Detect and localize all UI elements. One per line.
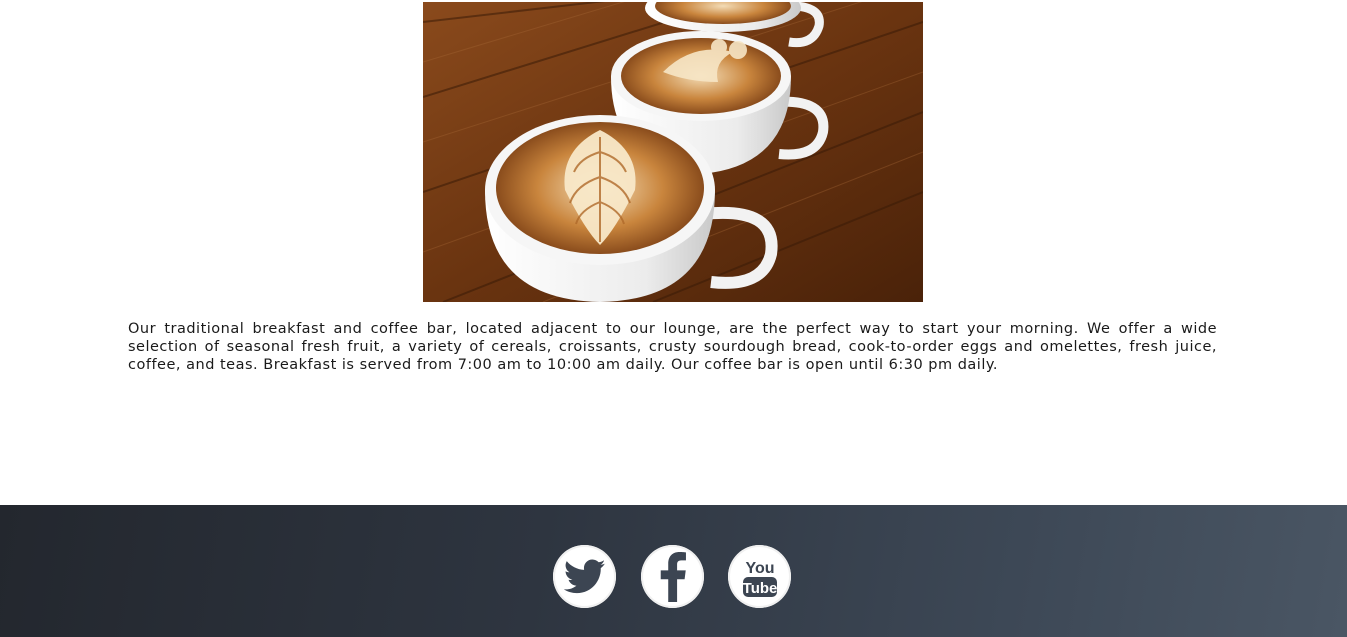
latte-cups-illustration — [423, 2, 923, 302]
youtube-logo-word-you: You — [745, 560, 774, 577]
youtube-icon: You Tube — [742, 560, 777, 597]
twitter-link[interactable] — [553, 545, 616, 608]
breakfast-description: Our traditional breakfast and coffee bar… — [128, 321, 1217, 373]
twitter-icon — [563, 559, 605, 593]
page: Our traditional breakfast and coffee bar… — [0, 0, 1347, 637]
facebook-icon — [660, 551, 686, 602]
facebook-link[interactable] — [641, 545, 704, 608]
coffee-hero-image — [423, 2, 923, 302]
youtube-logo-word-tube: Tube — [742, 580, 777, 597]
youtube-link[interactable]: You Tube — [728, 545, 791, 608]
footer: You Tube — [0, 505, 1347, 637]
